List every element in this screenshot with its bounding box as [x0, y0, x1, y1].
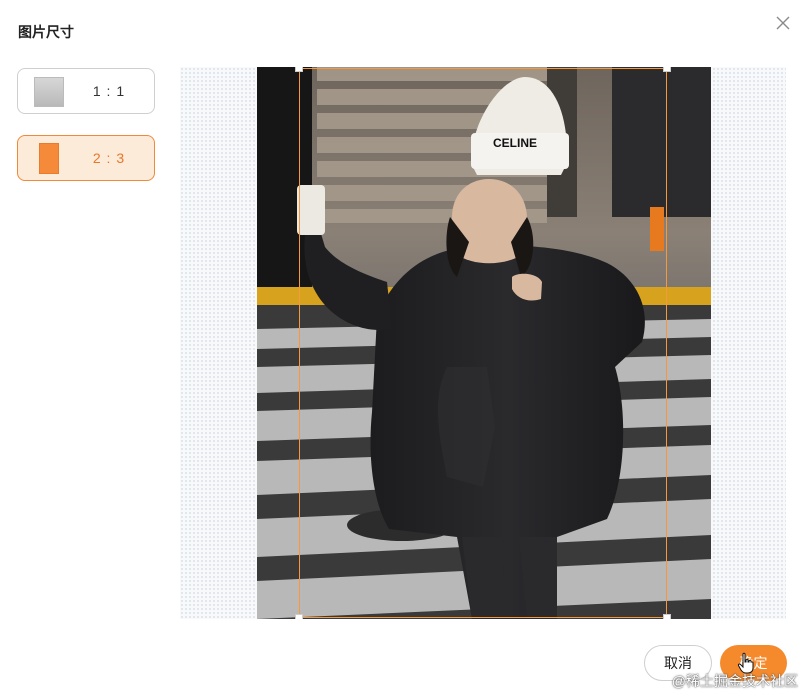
- dialog-title: 图片尺寸: [18, 24, 74, 40]
- crop-frame[interactable]: [295, 67, 671, 619]
- watermark: @稀土掘金技术社区: [671, 673, 798, 689]
- crop-handle-top-left[interactable]: [295, 67, 303, 72]
- square-ratio-icon: [34, 77, 64, 107]
- ratio-option-label: 2 : 3: [92, 150, 126, 166]
- crop-handle-bottom-left[interactable]: [295, 614, 303, 619]
- ratio-option-label: 1 : 1: [92, 83, 126, 99]
- ratio-option-2-3[interactable]: 2 : 3: [17, 135, 155, 181]
- portrait-ratio-icon: [39, 143, 59, 174]
- crop-handle-bottom-right[interactable]: [663, 614, 671, 619]
- crop-handle-top-right[interactable]: [663, 67, 671, 72]
- close-icon[interactable]: [774, 14, 792, 32]
- crop-stage[interactable]: CELINE: [180, 67, 786, 619]
- ratio-option-1-1[interactable]: 1 : 1: [17, 68, 155, 114]
